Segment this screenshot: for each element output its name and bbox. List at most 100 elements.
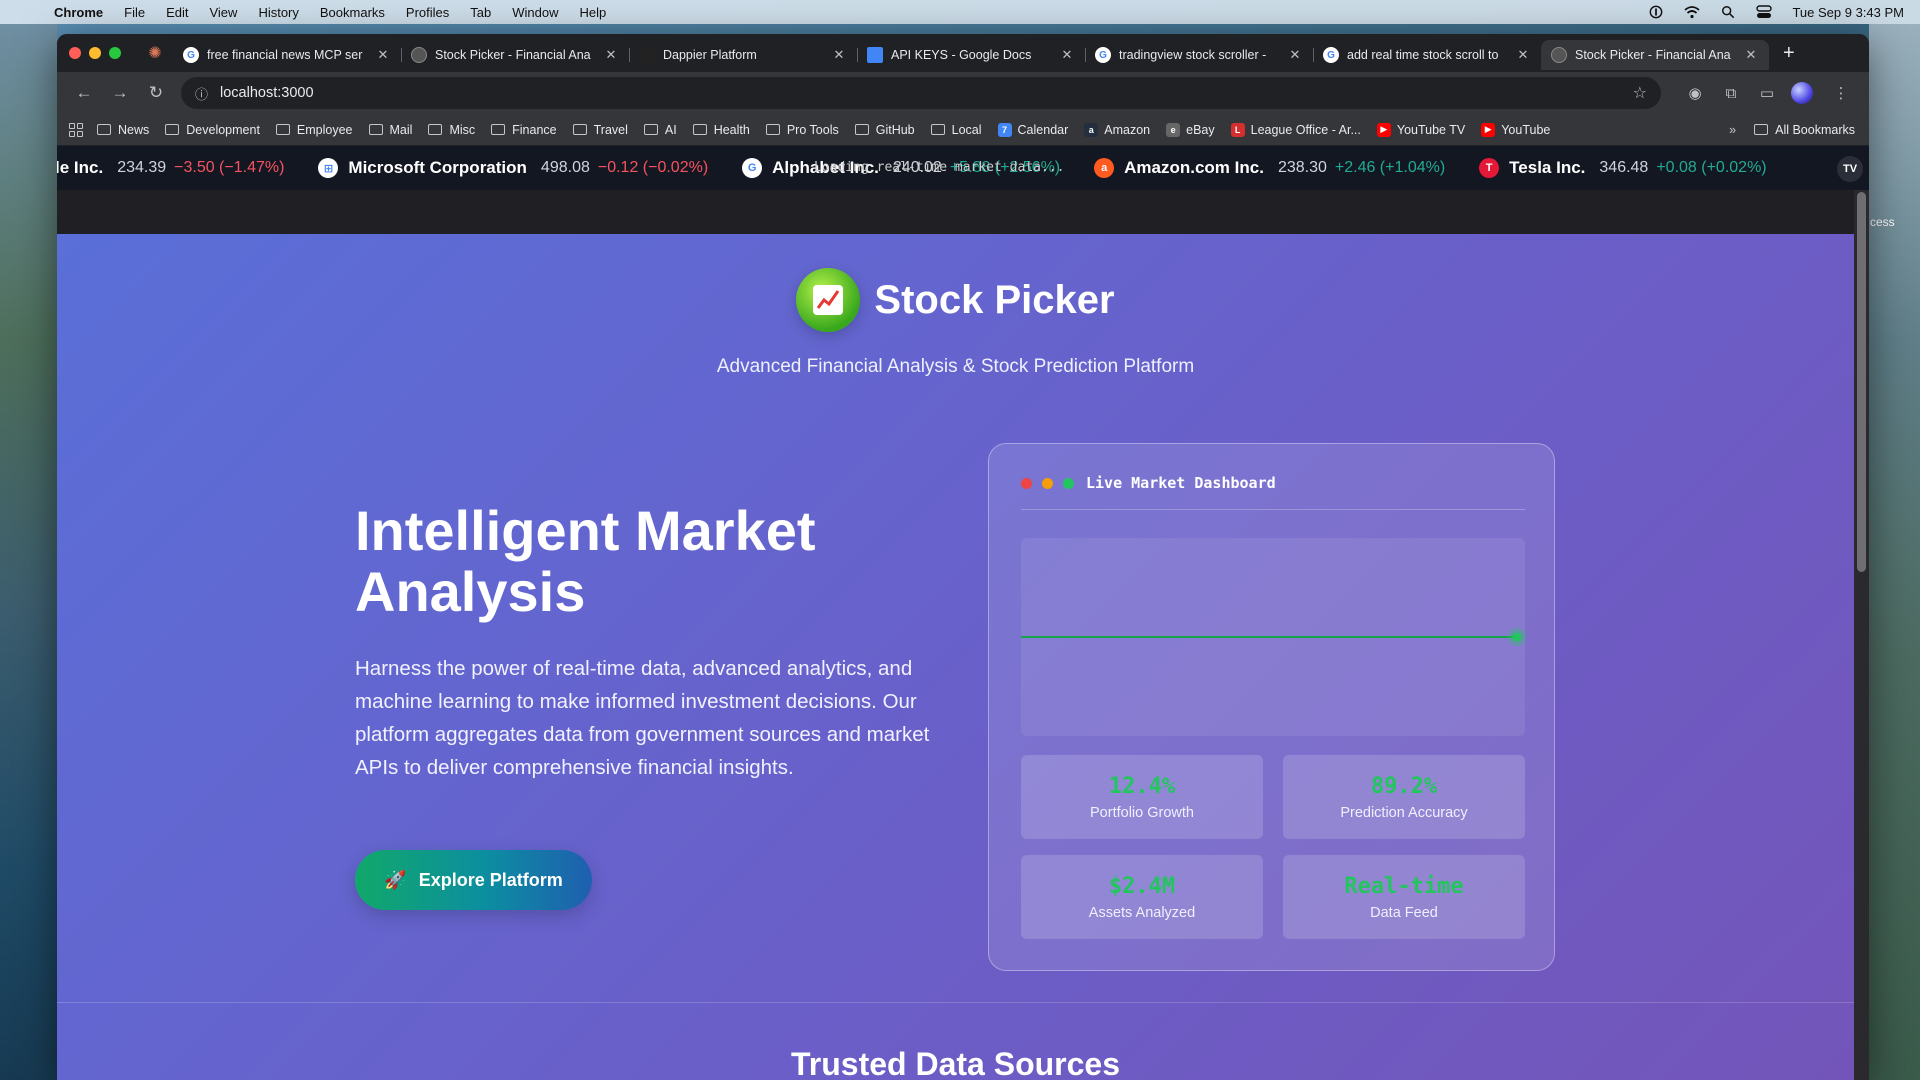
gray-favicon-icon (1551, 47, 1567, 63)
docs-favicon-icon (867, 47, 883, 63)
bookmark-folder[interactable]: Employee (275, 122, 353, 137)
browser-tab[interactable]: API KEYS - Google Docs ✕ (857, 40, 1085, 70)
bookmark-folder[interactable]: AI (643, 123, 677, 137)
spotlight-search-icon[interactable] (1720, 5, 1736, 19)
menu-bar-clock[interactable]: Tue Sep 9 3:43 PM (1792, 5, 1904, 20)
menu-help[interactable]: Help (580, 5, 607, 20)
profile-avatar[interactable] (1791, 82, 1813, 104)
scrollbar-thumb[interactable] (1857, 192, 1866, 572)
metric-card: 89.2% Prediction Accuracy (1283, 755, 1525, 839)
bookmark-folder[interactable]: Development (165, 123, 260, 137)
bookmark-star-icon[interactable]: ☆ (1633, 83, 1647, 103)
bookmark-folder[interactable]: Local (930, 123, 982, 137)
side-panel-icon[interactable]: ▭ (1751, 78, 1783, 108)
close-window-button[interactable] (69, 47, 81, 59)
bookmark-folder[interactable]: Travel (572, 122, 628, 137)
bookmark-link-label: Calendar (1017, 122, 1069, 137)
browser-tab[interactable]: Dappier Platform ✕ (629, 40, 857, 70)
close-tab-icon[interactable]: ✕ (1515, 47, 1531, 63)
browser-tab[interactable]: Stock Picker - Financial Ana ✕ (1541, 40, 1769, 70)
section-divider (57, 1002, 1854, 1003)
forward-button[interactable]: → (105, 78, 135, 108)
menu-app-name[interactable]: Chrome (54, 5, 103, 20)
address-bar[interactable]: ⓘ localhost:3000 ☆ (181, 77, 1661, 109)
company-logo-icon: ⊞ (318, 158, 339, 178)
bookmark-link[interactable]: ▶ YouTube TV (1376, 122, 1465, 137)
bookmark-link[interactable]: ▶ YouTube (1481, 122, 1551, 137)
ticker-item[interactable]: ⊞ Microsoft Corporation 498.08 −0.12 (−0.02… (318, 158, 708, 178)
extensions-puzzle-icon[interactable]: ⧉ (1715, 78, 1747, 108)
menu-bookmarks[interactable]: Bookmarks (320, 5, 385, 20)
menu-profiles[interactable]: Profiles (406, 5, 449, 20)
browser-tab[interactable]: Gtradingview stock scroller - ✕ (1085, 40, 1313, 70)
ticker-price: 498.08 (540, 159, 590, 176)
explore-platform-button[interactable]: 🚀 Explore Platform (355, 850, 592, 910)
back-button[interactable]: ← (69, 78, 99, 108)
zoom-window-button[interactable] (109, 47, 121, 59)
ticker-item[interactable]: le Inc. 234.39 −3.50 (−1.47%) (57, 158, 284, 178)
bookmark-folder[interactable]: Health (692, 123, 750, 137)
google-favicon-icon: G (183, 47, 199, 63)
close-tab-icon[interactable]: ✕ (375, 47, 391, 63)
bookmark-folder[interactable]: Finance (491, 123, 557, 137)
apps-grid-icon[interactable] (69, 122, 83, 137)
dashboard-title: Live Market Dashboard (1086, 474, 1276, 492)
bookmark-folder[interactable]: News (97, 123, 149, 137)
pinned-tab-claude-icon[interactable]: ✺ (141, 43, 169, 63)
browser-toolbar: ← → ↻ ⓘ localhost:3000 ☆ ◉ ⧉ ▭ ⋮ (57, 72, 1869, 114)
menu-window[interactable]: Window (512, 5, 558, 20)
browser-tab[interactable]: Gadd real time stock scroll to ✕ (1313, 40, 1541, 70)
menu-history[interactable]: History (258, 5, 298, 20)
bookmark-folder[interactable]: Mail (368, 123, 412, 137)
stock-ticker-tape[interactable]: le Inc. 234.39 −3.50 (−1.47%) ⊞ Microsoft Co… (57, 146, 1869, 190)
bookmark-link[interactable]: e eBay (1166, 122, 1215, 137)
ticker-company-name: Tesla Inc. (1509, 158, 1586, 177)
bookmark-folder-label: Travel (593, 122, 628, 137)
new-tab-button[interactable]: + (1783, 42, 1795, 65)
rocket-icon: 🚀 (384, 869, 407, 890)
browser-tab[interactable]: Gfree financial news MCP ser ✕ (173, 40, 401, 70)
all-bookmarks-label: All Bookmarks (1775, 122, 1855, 137)
ticker-change: −3.50 (−1.47%) (174, 159, 285, 176)
close-tab-icon[interactable]: ✕ (1743, 47, 1759, 63)
explore-platform-label: Explore Platform (418, 869, 563, 890)
close-tab-icon[interactable]: ✕ (603, 47, 619, 63)
ticker-item[interactable]: T Tesla Inc. 346.48 +0.08 (+0.02%) (1479, 158, 1767, 178)
dashboard-header: Live Market Dashboard (1021, 474, 1525, 510)
minimize-window-button[interactable] (89, 47, 101, 59)
bookmark-folder[interactable]: Pro Tools (765, 123, 839, 137)
close-tab-icon[interactable]: ✕ (831, 47, 847, 63)
apple-icon[interactable] (16, 4, 32, 20)
desktop-wallpaper-right (1869, 24, 1920, 1080)
bookmark-link[interactable]: L League Office - Ar... (1230, 122, 1361, 137)
bookmarks-overflow-chevron-icon[interactable]: » (1729, 123, 1736, 137)
wifi-icon[interactable] (1684, 5, 1701, 19)
page-scrollbar[interactable] (1854, 190, 1869, 1080)
bookmark-link[interactable]: 7 Calendar (997, 122, 1069, 137)
more-menu-icon[interactable]: ⋮ (1825, 78, 1857, 108)
bookmark-folder[interactable]: GitHub (854, 123, 915, 137)
menu-file[interactable]: File (124, 5, 145, 20)
all-bookmarks-button[interactable]: All Bookmarks (1754, 123, 1855, 137)
bookmark-link-label: YouTube (1501, 122, 1551, 137)
tradingview-logo-icon[interactable]: TV (1837, 156, 1863, 182)
metric-value: Real-time (1344, 873, 1464, 899)
close-tab-icon[interactable]: ✕ (1059, 47, 1075, 63)
site-info-icon[interactable]: ⓘ (195, 84, 208, 103)
ticker-item[interactable]: a Amazon.com Inc. 238.30 +2.46 (+1.04%) (1094, 158, 1445, 178)
bookmark-link[interactable]: a Amazon (1084, 122, 1150, 137)
address-bar-url[interactable]: localhost:3000 (220, 85, 314, 101)
menu-edit[interactable]: Edit (166, 5, 188, 20)
bookmark-folder[interactable]: Misc (428, 123, 475, 137)
bookmark-folders: News Development Employee Mail Misc Finance Tr… (97, 123, 998, 137)
control-center-icon[interactable] (1756, 5, 1773, 19)
reload-button[interactable]: ↻ (141, 78, 171, 108)
menu-view[interactable]: View (209, 5, 237, 20)
bookmark-folder-label: Employee (296, 122, 353, 137)
chart-increasing-icon (796, 268, 861, 332)
onepassword-icon[interactable] (1648, 5, 1664, 19)
close-tab-icon[interactable]: ✕ (1287, 47, 1303, 63)
extension-icon[interactable]: ◉ (1679, 78, 1711, 108)
browser-tab[interactable]: Stock Picker - Financial Ana ✕ (401, 40, 629, 70)
menu-tab[interactable]: Tab (470, 5, 491, 20)
